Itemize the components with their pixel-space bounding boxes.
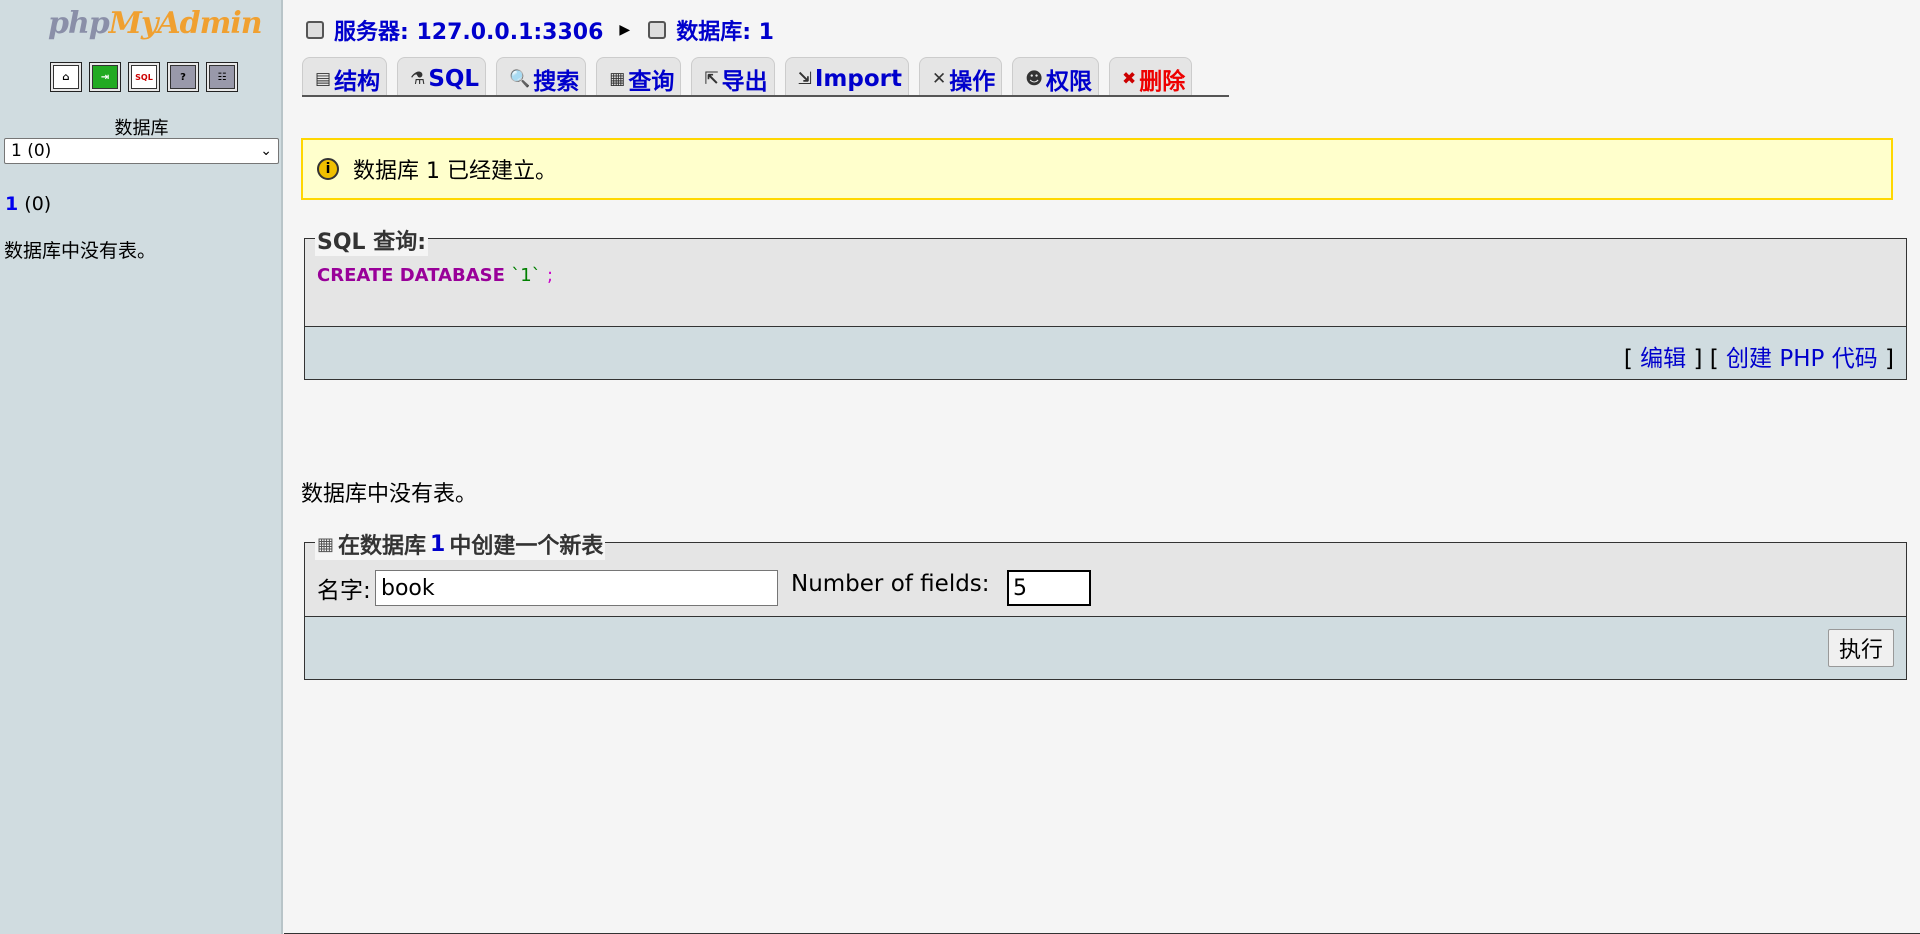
operations-icon: ✕ — [931, 68, 947, 89]
sql-identifier: `1` — [511, 265, 541, 286]
arrow-right-icon: ▶ — [619, 22, 631, 38]
success-notice: i 数据库 1 已经建立。 — [301, 138, 1893, 200]
create-table-db-name: 1 — [430, 531, 446, 557]
number-of-fields-label: Number of fields: — [791, 571, 990, 597]
no-tables-message: 数据库中没有表。 — [301, 482, 478, 507]
sql-keyword: CREATE DATABASE — [317, 265, 505, 286]
tab-query[interactable]: ▦ 查询 — [596, 57, 682, 95]
export-icon: ⇱ — [704, 68, 719, 89]
sql-query-code: CREATE DATABASE `1` ; — [317, 265, 553, 286]
sql-icon[interactable]: SQL — [128, 62, 160, 92]
chevron-down-icon: ⌄ — [260, 143, 272, 159]
database-select-value: 1 (0) — [11, 141, 52, 161]
sql-query-box: SQL 查询: CREATE DATABASE `1` ; [ 编辑 ] [ 创… — [304, 224, 1907, 380]
tab-drop[interactable]: ✖ 删除 — [1108, 57, 1193, 95]
new-table-icon: ▦ — [317, 533, 335, 555]
sql-query-footer: [ 编辑 ] [ 创建 PHP 代码 ] — [305, 326, 1906, 379]
sql-query-links: [ 编辑 ] [ 创建 PHP 代码 ] — [1623, 346, 1894, 372]
info-icon: i — [317, 158, 339, 180]
tab-operations[interactable]: ✕ 操作 — [918, 57, 1003, 95]
server-icon — [306, 21, 324, 39]
tab-bar: ▤ 结构 ⚗ SQL 🔍 搜索 ▦ 查询 ⇱ 导出 ⇲ Import ✕ 操作 ☻ 权限 ✖ 删除 — [302, 57, 1229, 97]
breadcrumb: 服务器: 127.0.0.1:3306 ▶ 数据库: 1 — [306, 14, 774, 46]
exit-icon[interactable]: ⇥ — [89, 62, 121, 92]
import-icon: ⇲ — [797, 68, 812, 89]
create-php-code-link[interactable]: 创建 PHP 代码 — [1726, 346, 1878, 372]
phpmyadmin-logo[interactable]: phpMyAdmin — [48, 6, 263, 41]
tab-import[interactable]: ⇲ Import — [784, 57, 909, 95]
database-link[interactable]: 1 (0) — [5, 193, 51, 215]
database-label: 数据库 — [114, 118, 169, 139]
tab-privileges[interactable]: ☻ 权限 — [1012, 57, 1099, 95]
table-name-input[interactable] — [375, 570, 778, 606]
database-link-count: (0) — [24, 193, 52, 215]
create-table-footer: 执行 — [305, 616, 1906, 679]
notice-text: 数据库 1 已经建立。 — [353, 159, 557, 184]
sql-terminator: ; — [546, 265, 554, 286]
breadcrumb-database[interactable]: 数据库: 1 — [676, 14, 774, 46]
main-frame: 服务器: 127.0.0.1:3306 ▶ 数据库: 1 ▤ 结构 ⚗ SQL 🔍 搜… — [284, 0, 1920, 934]
database-link-name[interactable]: 1 — [5, 193, 18, 215]
help-icon[interactable]: ? — [167, 62, 199, 92]
sql-icon: ⚗ — [410, 68, 426, 89]
table-name-label: 名字: — [317, 578, 371, 604]
navigation-frame: phpMyAdmin ⌂ ⇥ SQL ? ☷ 数据库 1 (0) ⌄ 1 (0)… — [0, 0, 283, 934]
query-icon: ▦ — [609, 68, 626, 89]
query-window-icon[interactable]: ☷ — [206, 62, 238, 92]
breadcrumb-server[interactable]: 服务器: 127.0.0.1:3306 — [334, 14, 603, 46]
drop-icon: ✖ — [1121, 68, 1137, 89]
home-icon[interactable]: ⌂ — [50, 62, 82, 92]
sql-query-legend: SQL 查询: — [315, 224, 429, 256]
tab-sql[interactable]: ⚗ SQL — [397, 57, 487, 95]
search-icon: 🔍 — [509, 68, 531, 89]
tab-export[interactable]: ⇱ 导出 — [691, 57, 775, 95]
database-select[interactable]: 1 (0) ⌄ — [4, 138, 279, 164]
number-of-fields-input[interactable] — [1007, 570, 1091, 606]
privileges-icon: ☻ — [1025, 68, 1043, 89]
structure-icon: ▤ — [315, 68, 332, 89]
edit-link[interactable]: 编辑 — [1640, 346, 1686, 372]
go-button[interactable]: 执行 — [1827, 629, 1894, 667]
no-tables-text: 数据库中没有表。 — [4, 240, 157, 262]
tab-search[interactable]: 🔍 搜索 — [496, 57, 587, 95]
create-table-form: ▦ 在数据库 1 中创建一个新表 名字: Number of fields: 执… — [304, 528, 1907, 680]
create-table-legend: ▦ 在数据库 1 中创建一个新表 — [315, 528, 606, 560]
tab-structure[interactable]: ▤ 结构 — [302, 57, 388, 95]
quick-links: ⌂ ⇥ SQL ? ☷ — [50, 62, 238, 92]
database-icon — [648, 21, 667, 39]
